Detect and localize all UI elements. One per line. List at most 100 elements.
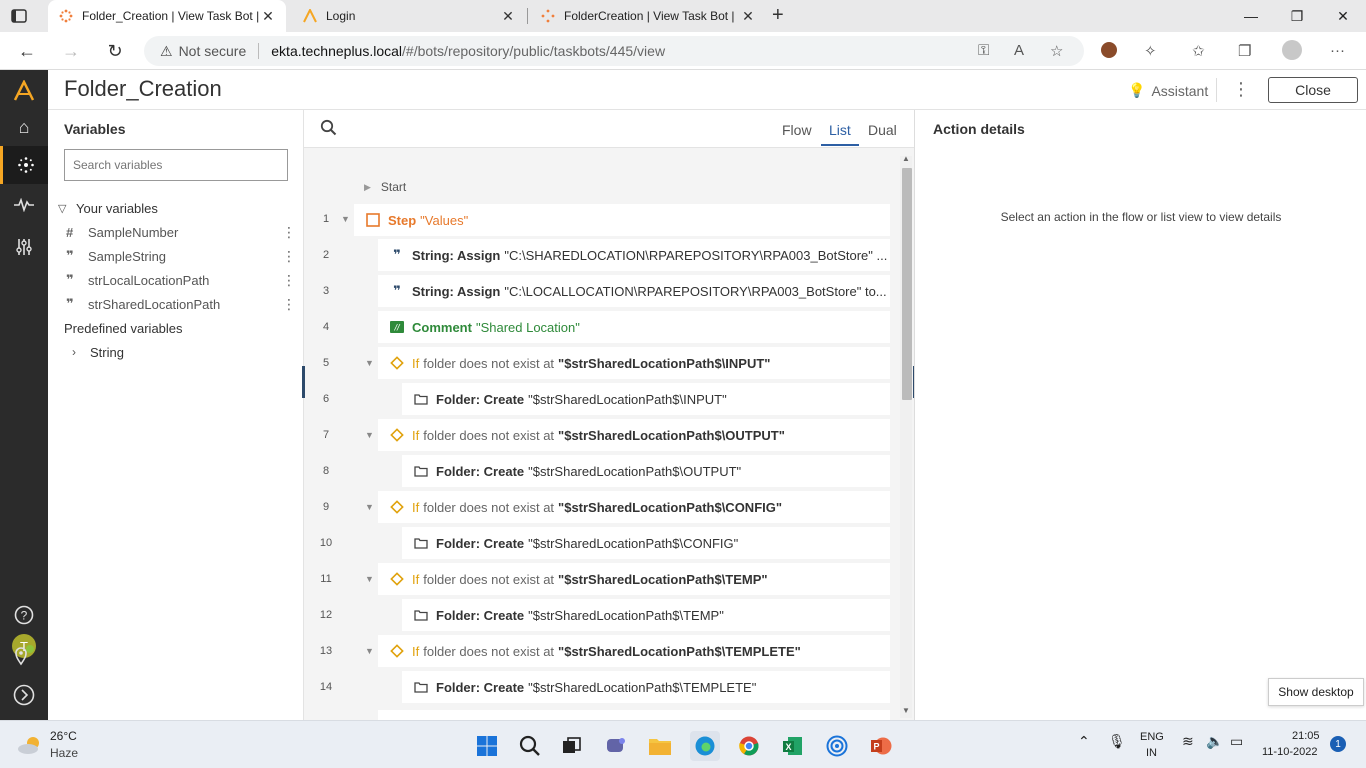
search-variables-input[interactable] <box>64 149 288 181</box>
action-row-partial[interactable] <box>378 710 890 720</box>
action-row-folder-create[interactable]: Folder: Create "$strSharedLocationPath$\… <box>402 383 890 415</box>
address-bar[interactable]: ⚠ Not secure ekta.techneplus.local/#/bot… <box>144 36 1084 66</box>
more-options-icon[interactable]: ⋮ <box>1232 79 1250 100</box>
collapse-caret-icon[interactable]: ▼ <box>341 214 350 224</box>
home-icon[interactable]: ⌂ <box>0 108 48 146</box>
app-spiral-icon[interactable] <box>822 731 852 761</box>
maximize-button[interactable]: ❐ <box>1274 0 1320 32</box>
powerpoint-icon[interactable]: P <box>866 731 896 761</box>
close-button[interactable]: Close <box>1268 77 1358 103</box>
action-row-folder-create[interactable]: Folder: Create "$strSharedLocationPath$\… <box>402 599 890 631</box>
close-tab-icon[interactable]: ✕ <box>740 8 756 25</box>
volume-icon[interactable]: 🔈 <box>1206 733 1223 750</box>
language-code[interactable]: ENG <box>1140 731 1164 743</box>
variable-menu-icon[interactable]: ⋮ <box>282 248 296 265</box>
close-tab-icon[interactable]: ✕ <box>260 8 276 25</box>
minimize-button[interactable]: — <box>1228 0 1274 32</box>
windows-start-icon[interactable] <box>472 731 502 761</box>
tab-flow[interactable]: Flow <box>782 122 812 138</box>
action-row-if[interactable]: If folder does not exist at "$strSharedL… <box>378 563 890 595</box>
action-row-if[interactable]: If folder does not exist at "$strSharedL… <box>378 491 890 523</box>
extension-avatar-icon[interactable] <box>1101 42 1117 58</box>
expand-rail-icon[interactable] <box>0 676 48 714</box>
favorites-icon[interactable]: ✩ <box>1192 42 1205 60</box>
tab-separator <box>527 8 528 24</box>
scroll-down-arrow-icon[interactable]: ▼ <box>902 706 910 715</box>
activity-icon[interactable] <box>0 186 48 224</box>
action-row-folder-create[interactable]: Folder: Create "$strSharedLocationPath$\… <box>402 455 890 487</box>
add-favorite-icon[interactable]: ☆ <box>1050 42 1063 60</box>
chevron-up-icon[interactable]: ⌃ <box>1078 733 1090 750</box>
action-row-comment[interactable]: // Comment "Shared Location" <box>378 311 890 343</box>
profile-icon[interactable] <box>1282 40 1302 60</box>
battery-icon[interactable]: ▭ <box>1230 733 1243 750</box>
variable-menu-icon[interactable]: ⋮ <box>282 296 296 313</box>
action-row-string-assign[interactable]: ❞ String: Assign "C:\LOCALLOCATION\RPARE… <box>378 275 890 307</box>
excel-icon[interactable]: X <box>778 731 808 761</box>
tab-list[interactable]: List <box>821 122 859 146</box>
search-icon[interactable] <box>515 731 545 761</box>
read-aloud-icon[interactable]: A <box>1014 42 1024 59</box>
collections-icon[interactable]: ❐ <box>1238 42 1251 60</box>
scrollbar-thumb[interactable] <box>902 168 912 400</box>
variable-menu-icon[interactable]: ⋮ <box>282 272 296 289</box>
clock-time[interactable]: 21:05 <box>1292 730 1320 742</box>
chrome-icon[interactable] <box>734 731 764 761</box>
predefined-string-group[interactable]: › String <box>72 341 124 363</box>
close-tab-icon[interactable]: ✕ <box>500 8 516 25</box>
tab-actions-icon[interactable] <box>10 7 28 25</box>
collapse-caret-icon[interactable]: ▼ <box>365 502 374 512</box>
tab-dual[interactable]: Dual <box>868 122 897 138</box>
clock-date[interactable]: 11-10-2022 <box>1262 746 1317 758</box>
tab-foldercreation[interactable]: FolderCreation | View Task Bot | ✕ <box>530 0 766 32</box>
task-view-icon[interactable] <box>557 731 587 761</box>
bots-icon[interactable] <box>0 146 48 184</box>
variable-menu-icon[interactable]: ⋮ <box>282 224 296 241</box>
key-icon[interactable]: ⚿ <box>978 42 989 59</box>
assistant-label: Assistant <box>1151 82 1209 99</box>
scroll-up-arrow-icon[interactable]: ▲ <box>902 154 910 163</box>
action-row-folder-create[interactable]: Folder: Create "$strSharedLocationPath$\… <box>402 671 890 703</box>
collapse-caret-icon[interactable]: ▼ <box>365 430 374 440</box>
window-close-button[interactable]: ✕ <box>1320 0 1366 32</box>
teams-chat-icon[interactable] <box>601 731 631 761</box>
tab-folder-creation[interactable]: Folder_Creation | View Task Bot | ✕ <box>48 0 286 32</box>
variable-item[interactable]: ❞ strSharedLocationPath ⋮ <box>66 292 296 316</box>
action-row-if[interactable]: If folder does not exist at "$strSharedL… <box>378 419 890 451</box>
notification-badge[interactable]: 1 <box>1330 736 1346 752</box>
new-tab-button[interactable]: + <box>772 4 784 27</box>
extensions-icon[interactable]: ✧ <box>1144 42 1157 60</box>
administration-icon[interactable] <box>0 228 48 266</box>
edge-browser-icon[interactable] <box>690 731 720 761</box>
file-explorer-icon[interactable] <box>645 731 675 761</box>
collapse-caret-icon[interactable]: ▼ <box>365 646 374 656</box>
variable-item[interactable]: # SampleNumber ⋮ <box>66 220 296 244</box>
forward-arrow-icon[interactable]: → <box>56 36 86 66</box>
if-keyword: If <box>412 355 420 371</box>
variable-item[interactable]: ❞ SampleString ⋮ <box>66 244 296 268</box>
automation-anywhere-logo-icon[interactable] <box>0 72 48 110</box>
collapse-caret-icon[interactable]: ▼ <box>365 358 374 368</box>
panel-resize-handle[interactable] <box>302 366 305 398</box>
wifi-icon[interactable]: ≋ <box>1182 733 1194 750</box>
microphone-icon[interactable]: 🎙 <box>1108 733 1126 750</box>
language-region[interactable]: IN <box>1146 747 1157 759</box>
action-row-if[interactable]: If folder does not exist at "$strSharedL… <box>378 347 890 379</box>
back-arrow-icon[interactable]: ← <box>12 36 42 66</box>
action-row-string-assign[interactable]: ❞ String: Assign "C:\SHAREDLOCATION\RPAR… <box>378 239 890 271</box>
action-row-step[interactable]: Step "Values" <box>354 204 890 236</box>
assistant-button[interactable]: 💡 Assistant <box>1128 82 1208 99</box>
tab-login[interactable]: Login ✕ <box>292 0 526 32</box>
help-icon[interactable]: ? <box>0 596 48 634</box>
location-check-icon[interactable] <box>0 636 48 674</box>
variable-item[interactable]: ❞ strLocalLocationPath ⋮ <box>66 268 296 292</box>
action-row-folder-create[interactable]: Folder: Create "$strSharedLocationPath$\… <box>402 527 890 559</box>
weather-haze-icon[interactable] <box>16 733 44 757</box>
your-variables-group[interactable]: ▽ Your variables <box>58 197 158 219</box>
more-menu-icon[interactable]: ··· <box>1330 42 1345 59</box>
collapse-caret-icon[interactable]: ▼ <box>365 574 374 584</box>
refresh-icon[interactable]: ↻ <box>100 36 130 66</box>
action-row-if[interactable]: If folder does not exist at "$strSharedL… <box>378 635 890 667</box>
search-icon[interactable] <box>320 119 337 141</box>
lightbulb-icon: 💡 <box>1128 82 1146 98</box>
